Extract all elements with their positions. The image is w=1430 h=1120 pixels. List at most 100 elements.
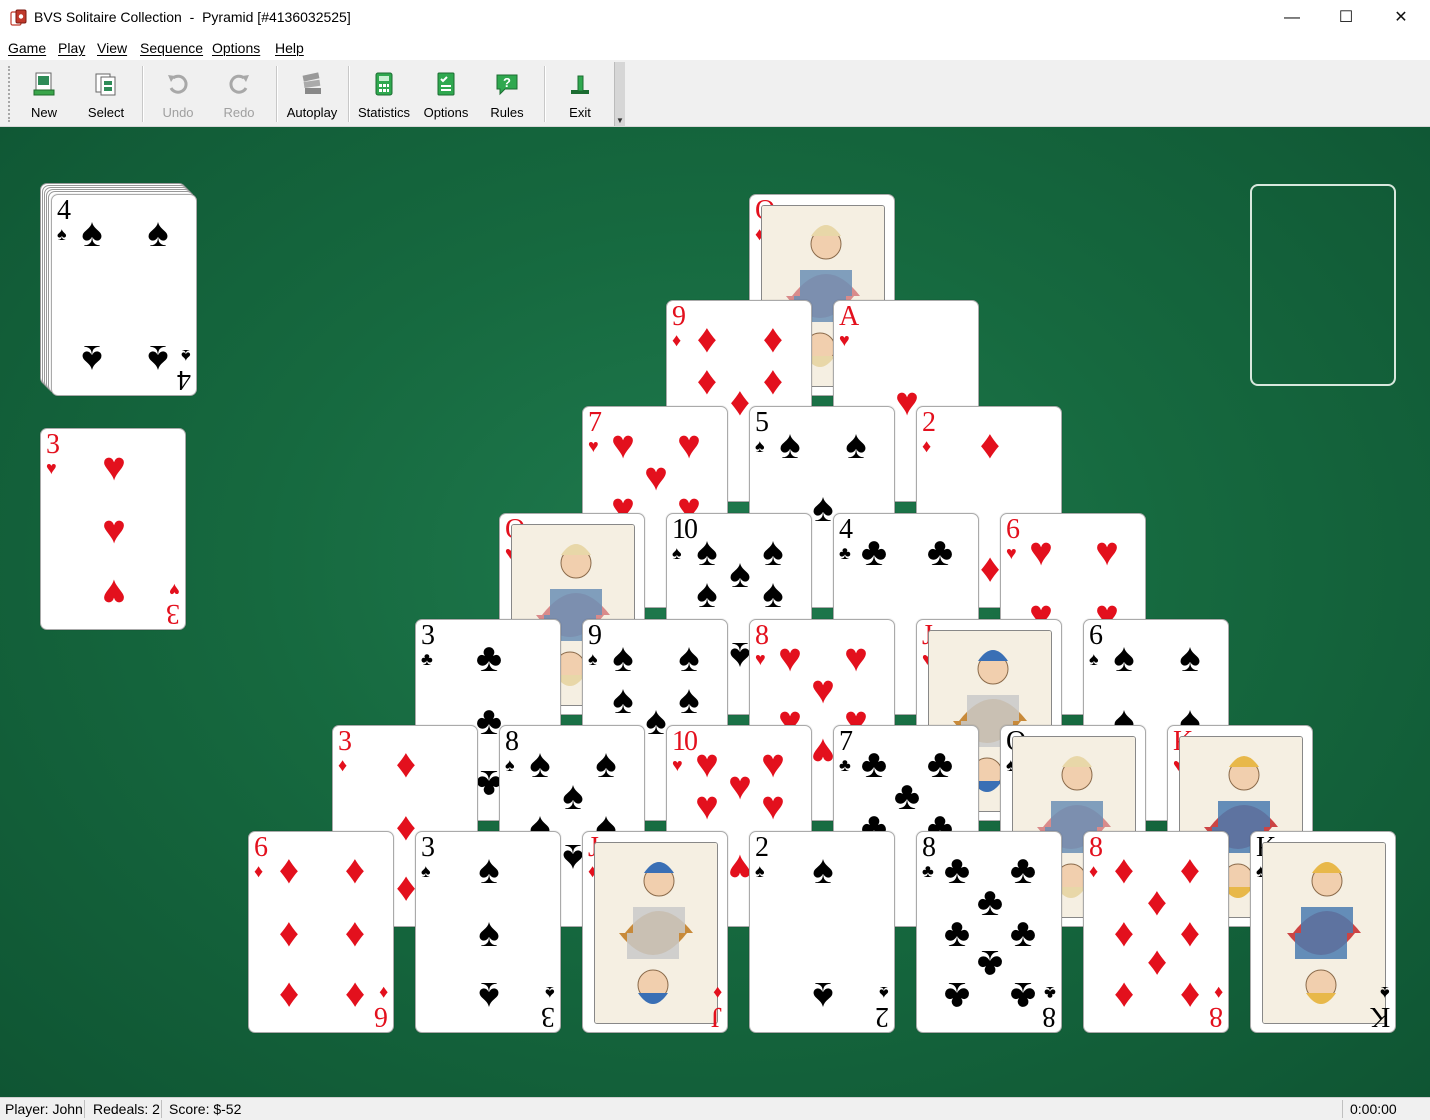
pyramid-card[interactable]: 8 ♦ ♦ ♦ ♦ ♦ ♦ ♦ ♦ ♦ ♦ 8	[1083, 831, 1229, 1033]
suit-pip-icon: ♥	[1095, 530, 1119, 574]
card-rank: 9	[672, 301, 686, 332]
card-rank: 3	[46, 429, 60, 460]
pyramid-card[interactable]: 2 ♠ ♠ ♠ ♠ 2	[749, 831, 895, 1033]
card-suit-icon: ♣	[1044, 983, 1056, 1003]
exit-button[interactable]: Exit	[556, 66, 604, 122]
suit-pip-icon: ♠	[81, 337, 103, 381]
card-suit-icon: ♠	[879, 983, 889, 1003]
suit-pip-icon: ♦	[344, 911, 366, 955]
suit-pip-icon: ♦	[762, 317, 784, 361]
card-rank: 8	[755, 620, 769, 651]
card-rank: 2	[877, 1001, 889, 1032]
pyramid-card[interactable]: J ♦ ♦ J	[582, 831, 728, 1033]
autoplay-icon	[302, 72, 321, 94]
menu-sequence[interactable]: Sequence	[140, 40, 203, 56]
pyramid-card[interactable]: 6 ♦ ♦ ♦ ♦ ♦ ♦ ♦ ♦ 6	[248, 831, 394, 1033]
card-suit-icon: ♠	[545, 983, 555, 1003]
suit-pip-icon: ♦	[344, 974, 366, 1018]
card-rank: 2	[922, 407, 936, 438]
app-icon	[10, 9, 27, 26]
suit-pip-icon: ♠	[612, 636, 634, 680]
pyramid-card[interactable]: 3 ♠ ♠ ♠ ♠ ♠ 3	[415, 831, 561, 1033]
pyramid-card[interactable]: K♠♠K	[1250, 831, 1396, 1033]
new-button[interactable]: New	[18, 66, 70, 122]
statistics-button[interactable]: Statistics	[356, 66, 412, 122]
card-rank: 8	[505, 726, 519, 757]
suit-pip-icon: ♠	[812, 848, 834, 892]
card-rank: 4	[839, 514, 853, 545]
menu-game[interactable]: Game	[8, 40, 46, 56]
card-suit-icon: ♠	[672, 543, 682, 563]
card-suit-icon: ♦	[1213, 983, 1223, 1003]
card-suit-icon: ♥	[839, 330, 850, 350]
exit-icon	[571, 75, 589, 94]
redo-button[interactable]: Redo	[213, 66, 265, 122]
card-rank: 7	[588, 407, 602, 438]
menu-help[interactable]: Help	[275, 40, 304, 56]
suit-pip-icon: ♠	[147, 337, 169, 381]
options-button[interactable]: Options	[420, 66, 472, 122]
suit-pip-icon: ♦	[979, 423, 1001, 467]
suit-pip-icon: ♥	[102, 571, 126, 615]
card-suit-icon: ♥	[169, 580, 180, 600]
waste-pile[interactable]: 3 ♥ ♥ ♥ ♥ ♥ 3	[40, 428, 186, 630]
court-figure-icon	[1262, 842, 1386, 1024]
select-game-icon	[95, 73, 116, 96]
card-rank: 6	[376, 1001, 388, 1032]
toolbar-separator	[142, 66, 144, 122]
suit-pip-icon: ♠	[696, 572, 718, 616]
suit-pip-icon: ♦	[278, 911, 300, 955]
status-separator	[1342, 1100, 1343, 1118]
menu-options[interactable]: Options	[212, 40, 260, 56]
rules-button[interactable]: ? Rules	[483, 66, 531, 122]
card-rank: 3	[338, 726, 352, 757]
suit-pip-icon: ♣	[926, 530, 954, 574]
suit-pip-icon: ♣	[1009, 974, 1037, 1018]
suit-pip-icon: ♥	[102, 445, 126, 489]
card-rank: 8	[922, 832, 936, 863]
toolbar-separator	[348, 66, 350, 122]
suit-pip-icon: ♣	[475, 636, 503, 680]
suit-pip-icon: ♥	[1029, 530, 1053, 574]
card-rank: 3	[168, 598, 180, 629]
minimize-button[interactable]: —	[1265, 0, 1319, 36]
suit-pip-icon: ♠	[762, 572, 784, 616]
card-suit-icon: ♦	[672, 330, 682, 350]
card-suit-icon: ♣	[421, 649, 433, 669]
suit-pip-icon: ♠	[478, 974, 500, 1018]
card-suit-icon: ♦	[338, 755, 348, 775]
select-button[interactable]: Select	[80, 66, 132, 122]
card-rank: 3	[421, 620, 435, 651]
card-suit-icon: ♦	[1089, 861, 1099, 881]
menu-view[interactable]: View	[97, 40, 127, 56]
card-rank: 2	[755, 832, 769, 863]
player-name: Player: John	[5, 1101, 83, 1117]
pyramid-card[interactable]: 8 ♣ ♣ ♣ ♣ ♣ ♣ ♣ ♣ ♣ ♣ 8	[916, 831, 1062, 1033]
card-suit-icon: ♦	[378, 983, 388, 1003]
suit-pip-icon: ♠	[147, 211, 169, 255]
suit-pip-icon: ♥	[102, 508, 126, 552]
card-rank: 6	[1089, 620, 1103, 651]
card-suit-icon: ♠	[755, 436, 765, 456]
foundation-pile[interactable]	[1250, 184, 1396, 386]
suit-pip-icon: ♠	[1179, 636, 1201, 680]
stock-pile[interactable]: 4 ♠ ♠ ♠ ♠ ♠ ♠ 4	[51, 194, 197, 396]
window-title: BVS Solitaire Collection - Pyramid [#413…	[34, 9, 351, 25]
close-button[interactable]: ✕	[1374, 0, 1428, 36]
menu-play[interactable]: Play	[58, 40, 85, 56]
toolbar-overflow-button[interactable]: ▼	[614, 62, 625, 126]
suit-pip-icon: ♠	[81, 211, 103, 255]
suit-pip-icon: ♠	[812, 974, 834, 1018]
svg-text:?: ?	[503, 75, 511, 90]
card-suit-icon: ♥	[1006, 543, 1017, 563]
card-rank: 8	[1089, 832, 1103, 863]
redeals-count: Redeals: 2	[93, 1101, 160, 1117]
toolbar-grip[interactable]	[8, 66, 13, 122]
maximize-button[interactable]: ☐	[1319, 0, 1373, 36]
card-suit-icon: ♦	[254, 861, 264, 881]
card-rank: 7	[839, 726, 853, 757]
undo-button[interactable]: Undo	[152, 66, 204, 122]
calculator-icon	[375, 72, 393, 96]
autoplay-button[interactable]: Autoplay	[283, 66, 341, 122]
score-value: Score: $-52	[169, 1101, 242, 1117]
